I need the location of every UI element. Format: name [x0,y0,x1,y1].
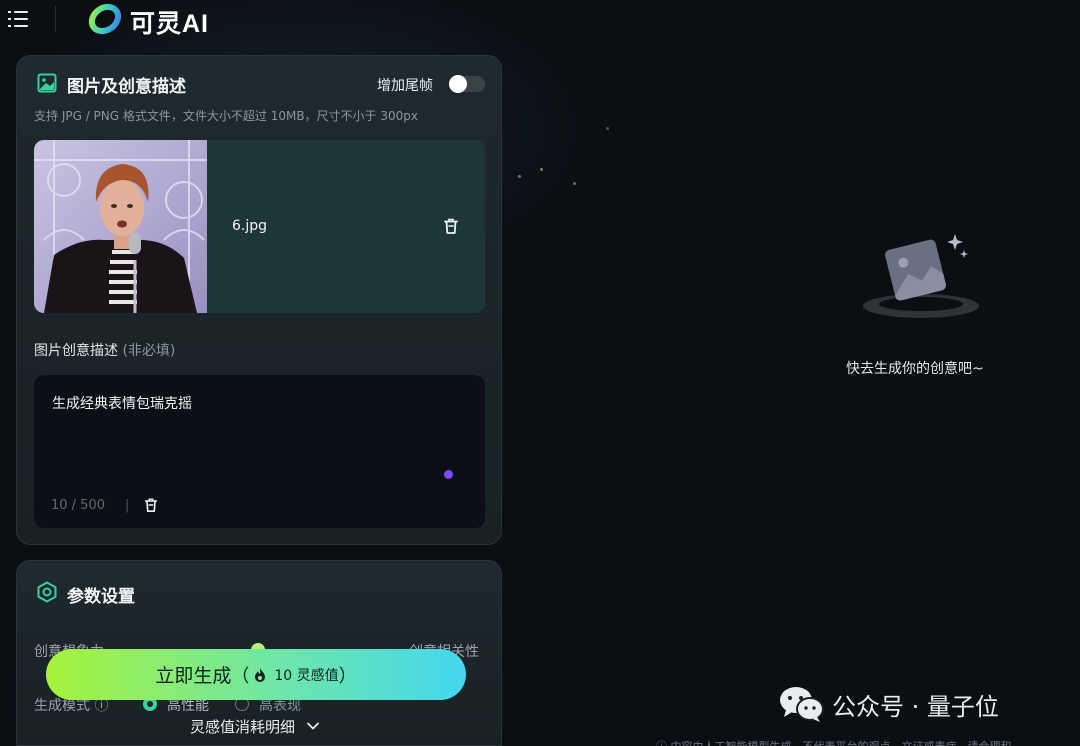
uploaded-file-name: 6.jpg [232,218,268,234]
prompt-label-text: 图片创意描述 [34,343,118,359]
char-count: 10 / 500 [51,498,105,513]
wechat-icon [780,687,824,722]
prompt-optional-text: (非必填) [122,343,176,359]
upload-hint: 支持 JPG / PNG 格式文件，文件大小不超过 10MB，尺寸不小于 300… [34,109,418,123]
uploaded-image-thumbnail[interactable] [34,140,207,313]
count-separator: | [125,498,130,513]
generate-cost: 10 灵感值 [274,667,339,684]
thumbnail-image [34,140,207,313]
wechat-watermark: 公众号 · 量子位 [778,680,1058,728]
menu-icon[interactable] [8,9,30,29]
delete-image-trash-icon[interactable] [442,217,460,235]
generate-label: 立即生成 [155,665,232,687]
toggle-knob [449,75,467,93]
empty-state-text: 快去生成你的创意吧~ [846,361,984,377]
section-title-image: 图片及创意描述 [67,77,186,97]
sparkle-dot [573,182,576,185]
end-frame-label: 增加尾帧 [377,78,433,94]
settings-hexagon-icon [37,581,57,603]
chevron-down-icon[interactable] [306,719,320,733]
empty-state-illustration [863,234,979,318]
section-title-params: 参数设置 [67,587,135,607]
footer-disclaimer: ⓘ 内容由人工智能模型生成，不代表平台的观点，文证或表症，请合理和 [656,738,1012,746]
generate-paren-open: （ [231,665,250,687]
sparkle-dot [518,175,521,178]
prompt-label: 图片创意描述 (非必填) [34,340,175,360]
sparkle-dot [540,168,543,171]
logo-text[interactable]: 可灵AI [130,4,209,40]
generate-button[interactable]: 立即生成 （ 10 灵感值 ） [46,649,466,700]
flame-icon [255,667,266,682]
sparkle-dot [606,127,609,130]
cost-detail-link[interactable]: 灵感值消耗明细 [190,716,295,737]
prompt-text-value: 生成经典表情包瑞克摇 [52,396,192,412]
prompt-assist-dot[interactable] [444,470,453,479]
image-prompt-panel: 图片及创意描述 增加尾帧 支持 JPG / PNG 格式文件，文件大小不超过 1… [16,55,502,545]
uploaded-image-card: 6.jpg [34,140,485,313]
kling-logo-icon[interactable] [88,2,122,36]
end-frame-toggle[interactable] [449,75,485,93]
watermark-text: 公众号 · 量子位 [832,692,999,721]
topbar-divider [55,6,56,32]
generate-paren-close: ） [338,665,357,687]
prompt-textarea[interactable]: 生成经典表情包瑞克摇 10 / 500 | [34,375,485,528]
top-bar: 可灵AI [0,0,1080,40]
image-icon [37,73,57,93]
clear-prompt-trash-icon[interactable] [143,497,159,513]
